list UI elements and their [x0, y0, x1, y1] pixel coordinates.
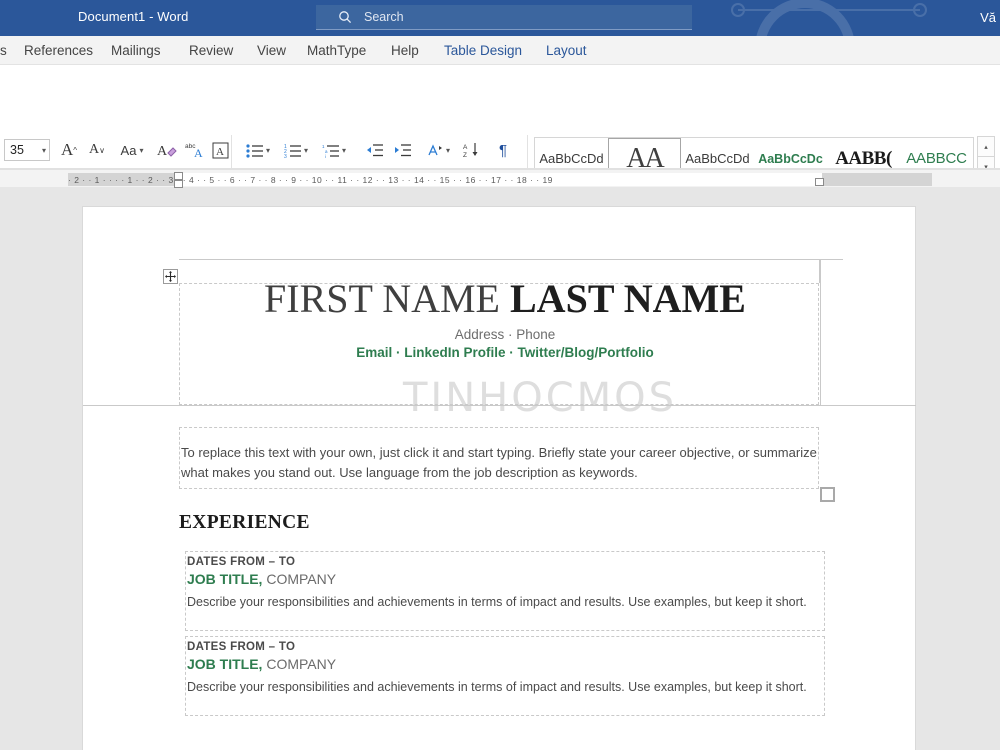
search-icon	[338, 10, 352, 24]
experience-entry-1[interactable]: DATES FROM – TO JOB TITLE, COMPANY Descr…	[187, 556, 825, 612]
ruler-tick-labels: · 2 · · 1 · · · · 1 · · 2 · · 3 · · 4 · …	[68, 174, 553, 185]
horizontal-ruler[interactable]: · 2 · · 1 · · · · 1 · · 2 · · 3 · · 4 · …	[0, 170, 1000, 188]
chevron-down-icon[interactable]: ▾	[42, 146, 46, 155]
style-sample: AaBbCcDd	[539, 151, 604, 167]
title-bar: Document1 - Word Search Vă	[0, 0, 1000, 36]
left-indent-marker-bottom[interactable]	[174, 180, 183, 188]
svg-text:i: i	[325, 154, 326, 158]
svg-text:A: A	[194, 146, 203, 159]
svg-text:A: A	[463, 144, 468, 151]
contact-address-line: Address · Phone	[454, 327, 556, 342]
svg-text:A: A	[216, 146, 224, 158]
style-sample: AABB(	[835, 148, 892, 170]
contact-links-line: Email · LinkedIn Profile · Twitter/Blog/…	[356, 345, 654, 360]
tab-references[interactable]: References	[24, 36, 93, 65]
svg-text:3: 3	[284, 154, 287, 158]
entry-job-title-company: JOB TITLE, COMPANY	[187, 656, 825, 672]
summary-paragraph[interactable]: To replace this text with your own, just…	[181, 443, 821, 483]
ribbon-tab-strip: s References Mailings Review View MathTy…	[0, 36, 1000, 65]
ribbon: 35 ▾ A ^ A ∨ Aa ▾ A abc A A ▾ 1 2 3 ▾ 1 …	[0, 65, 1000, 227]
tab-truncated-left[interactable]: s	[0, 36, 7, 65]
character-border-icon[interactable]: A	[208, 139, 232, 161]
document-page[interactable]: TINHOCMOS FIRST NAME LAST NAME Address ·…	[82, 206, 916, 750]
experience-entry-2[interactable]: DATES FROM – TO JOB TITLE, COMPANY Descr…	[187, 641, 825, 697]
titlebar-right-label: Vă	[980, 10, 996, 25]
sort-az-icon[interactable]: A Z	[458, 139, 486, 161]
style-sample: AaBbCcDc	[758, 151, 823, 166]
table-gridline	[179, 259, 843, 260]
increase-indent-icon[interactable]	[390, 139, 416, 161]
font-size-combobox[interactable]: 35 ▾	[4, 139, 50, 161]
chevron-up-icon[interactable]: ▴	[977, 136, 995, 158]
clear-formatting-icon[interactable]: A	[154, 139, 180, 161]
entry-job-title: JOB TITLE,	[187, 571, 263, 587]
tab-table-design[interactable]: Table Design	[444, 36, 522, 65]
font-size-value: 35	[10, 143, 24, 157]
entry-description: Describe your responsibilities and achie…	[187, 680, 807, 694]
table-gridline	[820, 259, 821, 405]
left-indent-marker[interactable]	[174, 172, 183, 180]
entry-company: COMPANY	[262, 656, 337, 672]
tab-mailings[interactable]: Mailings	[111, 36, 161, 65]
bullets-icon[interactable]: ▾	[240, 139, 276, 161]
phonetic-guide-icon[interactable]: abc A	[182, 139, 208, 161]
decrease-indent-icon[interactable]	[362, 139, 388, 161]
entry-job-title: JOB TITLE,	[187, 656, 263, 672]
tab-mathtype[interactable]: MathType	[307, 36, 366, 65]
svg-text:A: A	[157, 144, 168, 159]
entry-dates: DATES FROM – TO	[187, 641, 296, 653]
shrink-font-icon[interactable]: A ∨	[84, 139, 110, 161]
entry-dates: DATES FROM – TO	[187, 556, 296, 568]
word-application-window: Document1 - Word Search Vă s References …	[0, 0, 1000, 750]
change-case-icon[interactable]: Aa ▾	[114, 139, 150, 161]
grow-font-icon[interactable]: A ^	[56, 139, 82, 161]
document-canvas[interactable]: TINHOCMOS FIRST NAME LAST NAME Address ·…	[0, 188, 1000, 750]
show-formatting-marks-icon[interactable]: ¶	[490, 139, 516, 161]
right-indent-marker[interactable]	[815, 178, 824, 186]
table-gridline	[83, 405, 916, 406]
table-move-handle-icon[interactable]	[163, 269, 178, 284]
last-name: LAST NAME	[510, 276, 746, 321]
sort-icon[interactable]: ▾	[420, 139, 456, 161]
multilevel-list-icon[interactable]: 1 a i ▾	[316, 139, 352, 161]
document-title: Document1 - Word	[78, 9, 189, 24]
tab-help[interactable]: Help	[391, 36, 419, 65]
search-box[interactable]: Search	[316, 5, 692, 30]
tab-review[interactable]: Review	[189, 36, 233, 65]
table-resize-handle-icon[interactable]	[820, 487, 835, 502]
entry-description: Describe your responsibilities and achie…	[187, 595, 807, 609]
section-heading-experience: EXPERIENCE	[179, 512, 310, 533]
style-sample: AABBCC	[906, 150, 967, 168]
tab-layout[interactable]: Layout	[546, 36, 587, 65]
numbering-icon[interactable]: 1 2 3 ▾	[278, 139, 314, 161]
first-name: FIRST NAME	[264, 276, 510, 321]
tab-view[interactable]: View	[257, 36, 286, 65]
entry-job-title-company: JOB TITLE, COMPANY	[187, 571, 825, 587]
titlebar-decoration-graphic	[731, 0, 927, 36]
entry-company: COMPANY	[262, 571, 337, 587]
resume-name-heading: FIRST NAME LAST NAME	[195, 279, 815, 319]
svg-text:Z: Z	[463, 152, 467, 158]
style-sample: AaBbCcDd	[685, 151, 750, 167]
search-input[interactable]: Search	[364, 10, 404, 24]
